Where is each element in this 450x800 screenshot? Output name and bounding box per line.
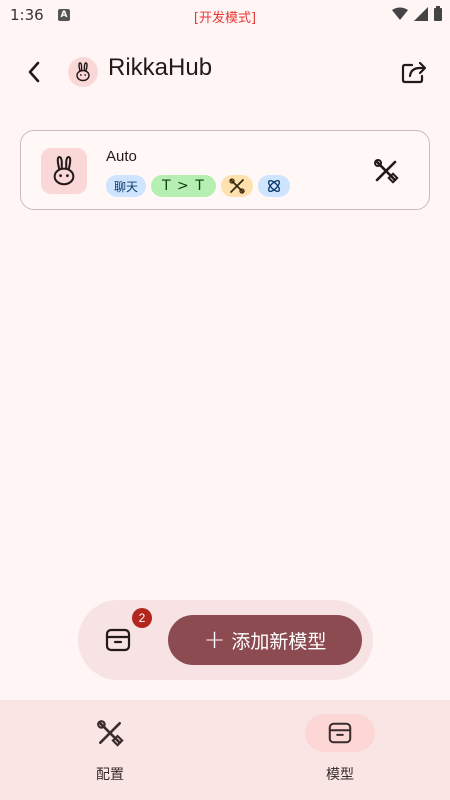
model-box-button[interactable] <box>100 622 136 658</box>
add-model-label: 添加新模型 <box>231 630 327 653</box>
floating-action-bar: 2 + 添加新模型 <box>78 600 373 680</box>
status-bar: 1:36 A [开发模式] <box>0 0 450 30</box>
tools-icon <box>374 159 399 184</box>
tools-icon <box>229 178 245 194</box>
model-card[interactable]: Auto 聊天 T > T <box>20 130 430 210</box>
tools-icon <box>97 720 124 747</box>
page-title: RikkaHub <box>108 54 213 81</box>
dev-mode-indicator: [开发模式] <box>193 11 257 26</box>
status-icons <box>392 6 442 21</box>
arrow-back-icon <box>28 61 40 83</box>
tag-modality: T > T <box>151 175 216 197</box>
signal-icon <box>414 6 428 21</box>
nav-label-config: 配置 <box>96 767 124 783</box>
share-icon <box>401 61 427 84</box>
nav-label-models: 模型 <box>326 767 354 783</box>
box-icon <box>105 628 131 652</box>
model-settings-button[interactable] <box>371 156 401 186</box>
rabbit-logo-icon <box>53 155 75 186</box>
share-button[interactable] <box>396 54 432 90</box>
nav-icon-container <box>305 714 375 752</box>
tag-chat: 聊天 <box>106 175 147 197</box>
nav-item-config[interactable]: 配置 <box>55 714 165 786</box>
provider-avatar <box>68 57 98 87</box>
atom-icon <box>267 179 280 193</box>
nav-item-models[interactable]: 模型 <box>285 714 395 786</box>
nav-icon-container <box>75 714 145 752</box>
rabbit-logo-icon <box>76 62 90 82</box>
model-tags: 聊天 T > T <box>106 175 290 197</box>
count-badge: 2 <box>132 608 152 628</box>
tag-tool <box>220 175 253 197</box>
box-icon <box>328 722 352 744</box>
top-app-bar: RikkaHub <box>0 40 450 100</box>
battery-icon <box>434 6 442 21</box>
bottom-navigation: 配置 模型 <box>0 700 450 800</box>
tag-reasoning <box>257 175 290 197</box>
model-name: Auto <box>106 148 137 165</box>
back-button[interactable] <box>16 54 52 90</box>
wifi-icon <box>392 7 408 20</box>
add-model-button[interactable]: + 添加新模型 <box>168 615 362 665</box>
model-avatar <box>41 148 87 194</box>
plus-icon: + <box>203 625 226 655</box>
